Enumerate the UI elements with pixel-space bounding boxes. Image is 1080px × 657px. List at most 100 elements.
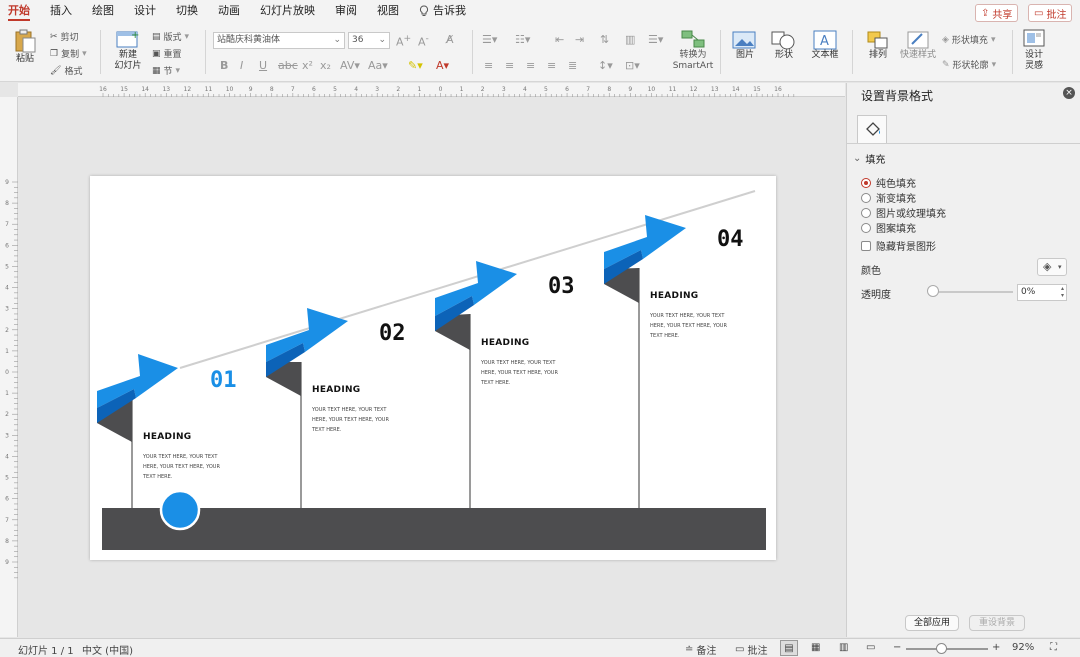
quick-styles-button[interactable]: 快速样式	[898, 30, 938, 61]
align-center-icon[interactable]: ≡	[505, 59, 514, 72]
notes-button[interactable]: ≐ 备注	[685, 642, 716, 657]
highlight-icon[interactable]: ✎▾	[408, 59, 423, 72]
bullets-icon[interactable]: ☰▾	[482, 33, 497, 46]
stepper-icon[interactable]: ▴ ▾	[1061, 285, 1064, 299]
radio-picture-fill[interactable]: 图片或纹理填充	[861, 205, 946, 220]
step-heading: HEADING	[312, 385, 361, 395]
superscript-icon[interactable]: x²	[302, 59, 313, 72]
design-ideas-button[interactable]: 设计 灵感	[1016, 28, 1052, 72]
columns-icon[interactable]: ▥	[625, 33, 635, 46]
char-spacing-icon[interactable]: AV▾	[340, 59, 360, 72]
tab-draw[interactable]: 绘图	[92, 0, 114, 22]
zoom-slider-thumb[interactable]	[936, 643, 947, 654]
shape-button[interactable]: 形状	[766, 30, 802, 61]
font-grow-icon[interactable]: A+	[396, 33, 411, 49]
apply-all-button[interactable]: 全部应用	[905, 615, 959, 631]
change-case-icon[interactable]: Aa▾	[368, 59, 388, 72]
clear-format-icon[interactable]: A̸	[446, 33, 454, 46]
step-body: YOUR TEXT HERE, YOUR TEXT HERE, YOUR TEX…	[650, 313, 727, 339]
language-indicator[interactable]: 中文 (中国)	[82, 642, 133, 657]
comment-button[interactable]: ▭ 批注	[1028, 4, 1073, 22]
share-button[interactable]: ⇪ 共享	[975, 4, 1019, 22]
paste-button[interactable]: 粘贴	[8, 28, 42, 65]
zoom-slider-track[interactable]	[906, 648, 988, 650]
tab-insert[interactable]: 插入	[50, 0, 72, 22]
hide-bg-graphics-checkbox[interactable]: 隐藏背景图形	[861, 238, 936, 253]
zoom-level[interactable]: 92%	[1012, 642, 1034, 653]
increase-indent-icon[interactable]: ⇥	[575, 33, 584, 46]
underline-icon[interactable]: U	[259, 59, 267, 72]
shape-outline-button[interactable]: ✎ 形状轮廓 ▾	[942, 58, 996, 72]
fit-to-window-icon[interactable]: ⛶	[1050, 642, 1057, 653]
distributed-icon[interactable]: ≣	[568, 59, 577, 72]
lightbulb-icon	[419, 5, 429, 16]
transparency-input[interactable]: 0% ▴ ▾	[1017, 284, 1067, 301]
comment-label: 批注	[1046, 9, 1067, 21]
new-slide-button[interactable]: + 新建 幻灯片	[108, 28, 148, 72]
align-left-icon[interactable]: ≡	[484, 59, 493, 72]
slide[interactable]: 01 HEADING YOUR TEXT HERE, YOUR TEXT HER…	[90, 176, 776, 560]
tab-tell-me[interactable]: 告诉我	[419, 0, 466, 22]
copy-button[interactable]: ❐ 复制 ▾	[50, 47, 87, 61]
subscript-icon[interactable]: x₂	[320, 59, 331, 72]
radio-gradient-fill[interactable]: 渐变填充	[861, 190, 916, 205]
format-painter-button[interactable]: 🖌 格式	[50, 64, 82, 78]
convert-smartart-button[interactable]: 转换为 SmartArt	[672, 28, 714, 72]
font-color-icon[interactable]: A▾	[436, 59, 449, 72]
section-button[interactable]: ▦ 节 ▾	[152, 64, 180, 78]
reset-background-button[interactable]: 重设背景	[969, 615, 1025, 631]
picture-button[interactable]: 图片	[728, 30, 762, 61]
text-direction-icon[interactable]: ⇅	[600, 33, 609, 46]
line-spacing-icon[interactable]: ↕▾	[598, 59, 613, 72]
numbering-icon[interactable]: ☷▾	[515, 33, 530, 46]
status-bar: 幻灯片 1 / 1 中文 (中国) ≐ 备注 ▭ 批注 ▤ ▦ ▥ ▭ − + 92…	[0, 638, 1080, 657]
color-picker-button[interactable]: ◈ ▾	[1037, 258, 1067, 276]
slide-sorter-icon[interactable]: ▦	[811, 642, 820, 653]
tab-view[interactable]: 视图	[377, 0, 399, 22]
decrease-indent-icon[interactable]: ⇤	[555, 33, 564, 46]
arrange-button[interactable]: 排列	[860, 30, 896, 61]
transparency-label: 透明度	[861, 290, 891, 301]
slide-canvas[interactable]: 01 HEADING YOUR TEXT HERE, YOUR TEXT HER…	[19, 98, 845, 638]
close-icon[interactable]: ×	[1063, 87, 1075, 99]
reading-view-icon[interactable]: ▥	[839, 642, 848, 653]
reset-bg-label: 重设背景	[978, 618, 1015, 628]
smartart-small-icon[interactable]: ☰▾	[648, 33, 663, 46]
new-slide-icon: +	[116, 30, 139, 48]
textbox-label: 文本框	[811, 50, 839, 60]
bold-icon[interactable]: B	[220, 59, 228, 72]
font-name-combo[interactable]: 站酷庆科黄油体 ⌄	[213, 32, 345, 49]
tab-animations[interactable]: 动画	[218, 0, 240, 22]
font-size-combo[interactable]: 36 ⌄	[348, 32, 390, 49]
radio-pattern-fill[interactable]: 图案填充	[861, 220, 916, 235]
layout-button[interactable]: ▤ 版式 ▾	[152, 30, 189, 44]
radio-icon	[861, 207, 871, 218]
reset-button[interactable]: ▣ 重置	[152, 47, 182, 61]
tab-home[interactable]: 开始	[8, 0, 30, 22]
transparency-slider-track[interactable]	[931, 291, 1013, 293]
step-body: YOUR TEXT HERE, YOUR TEXT HERE, YOUR TEX…	[143, 454, 220, 480]
tab-review[interactable]: 审阅	[335, 0, 357, 22]
italic-icon[interactable]: I	[240, 59, 243, 72]
fill-section-header[interactable]: ⌄ 填充	[853, 151, 885, 166]
cut-button[interactable]: ✂ 剪切	[50, 30, 79, 44]
zoom-in-icon[interactable]: +	[992, 642, 1000, 653]
align-text-icon[interactable]: ⊡▾	[625, 59, 640, 72]
ruler-label: 7	[291, 86, 295, 93]
transparency-slider-thumb[interactable]	[927, 285, 939, 297]
justify-icon[interactable]: ≡	[547, 59, 556, 72]
align-right-icon[interactable]: ≡	[526, 59, 535, 72]
shape-fill-button[interactable]: ◈ 形状填充 ▾	[942, 33, 995, 47]
zoom-out-icon[interactable]: −	[893, 642, 901, 653]
comments-button[interactable]: ▭ 批注	[735, 642, 767, 657]
slideshow-icon[interactable]: ▭	[866, 642, 875, 653]
tab-design[interactable]: 设计	[134, 0, 156, 22]
textbox-button[interactable]: A 文本框	[806, 30, 844, 61]
strikethrough-icon[interactable]: abc	[278, 59, 298, 72]
normal-view-icon[interactable]: ▤	[780, 640, 798, 656]
radio-solid-fill[interactable]: 纯色填充	[861, 175, 916, 190]
font-shrink-icon[interactable]: A-	[418, 33, 429, 49]
tab-transitions[interactable]: 切换	[176, 0, 198, 22]
tab-slideshow[interactable]: 幻灯片放映	[260, 0, 315, 22]
fill-tab[interactable]	[857, 115, 887, 143]
